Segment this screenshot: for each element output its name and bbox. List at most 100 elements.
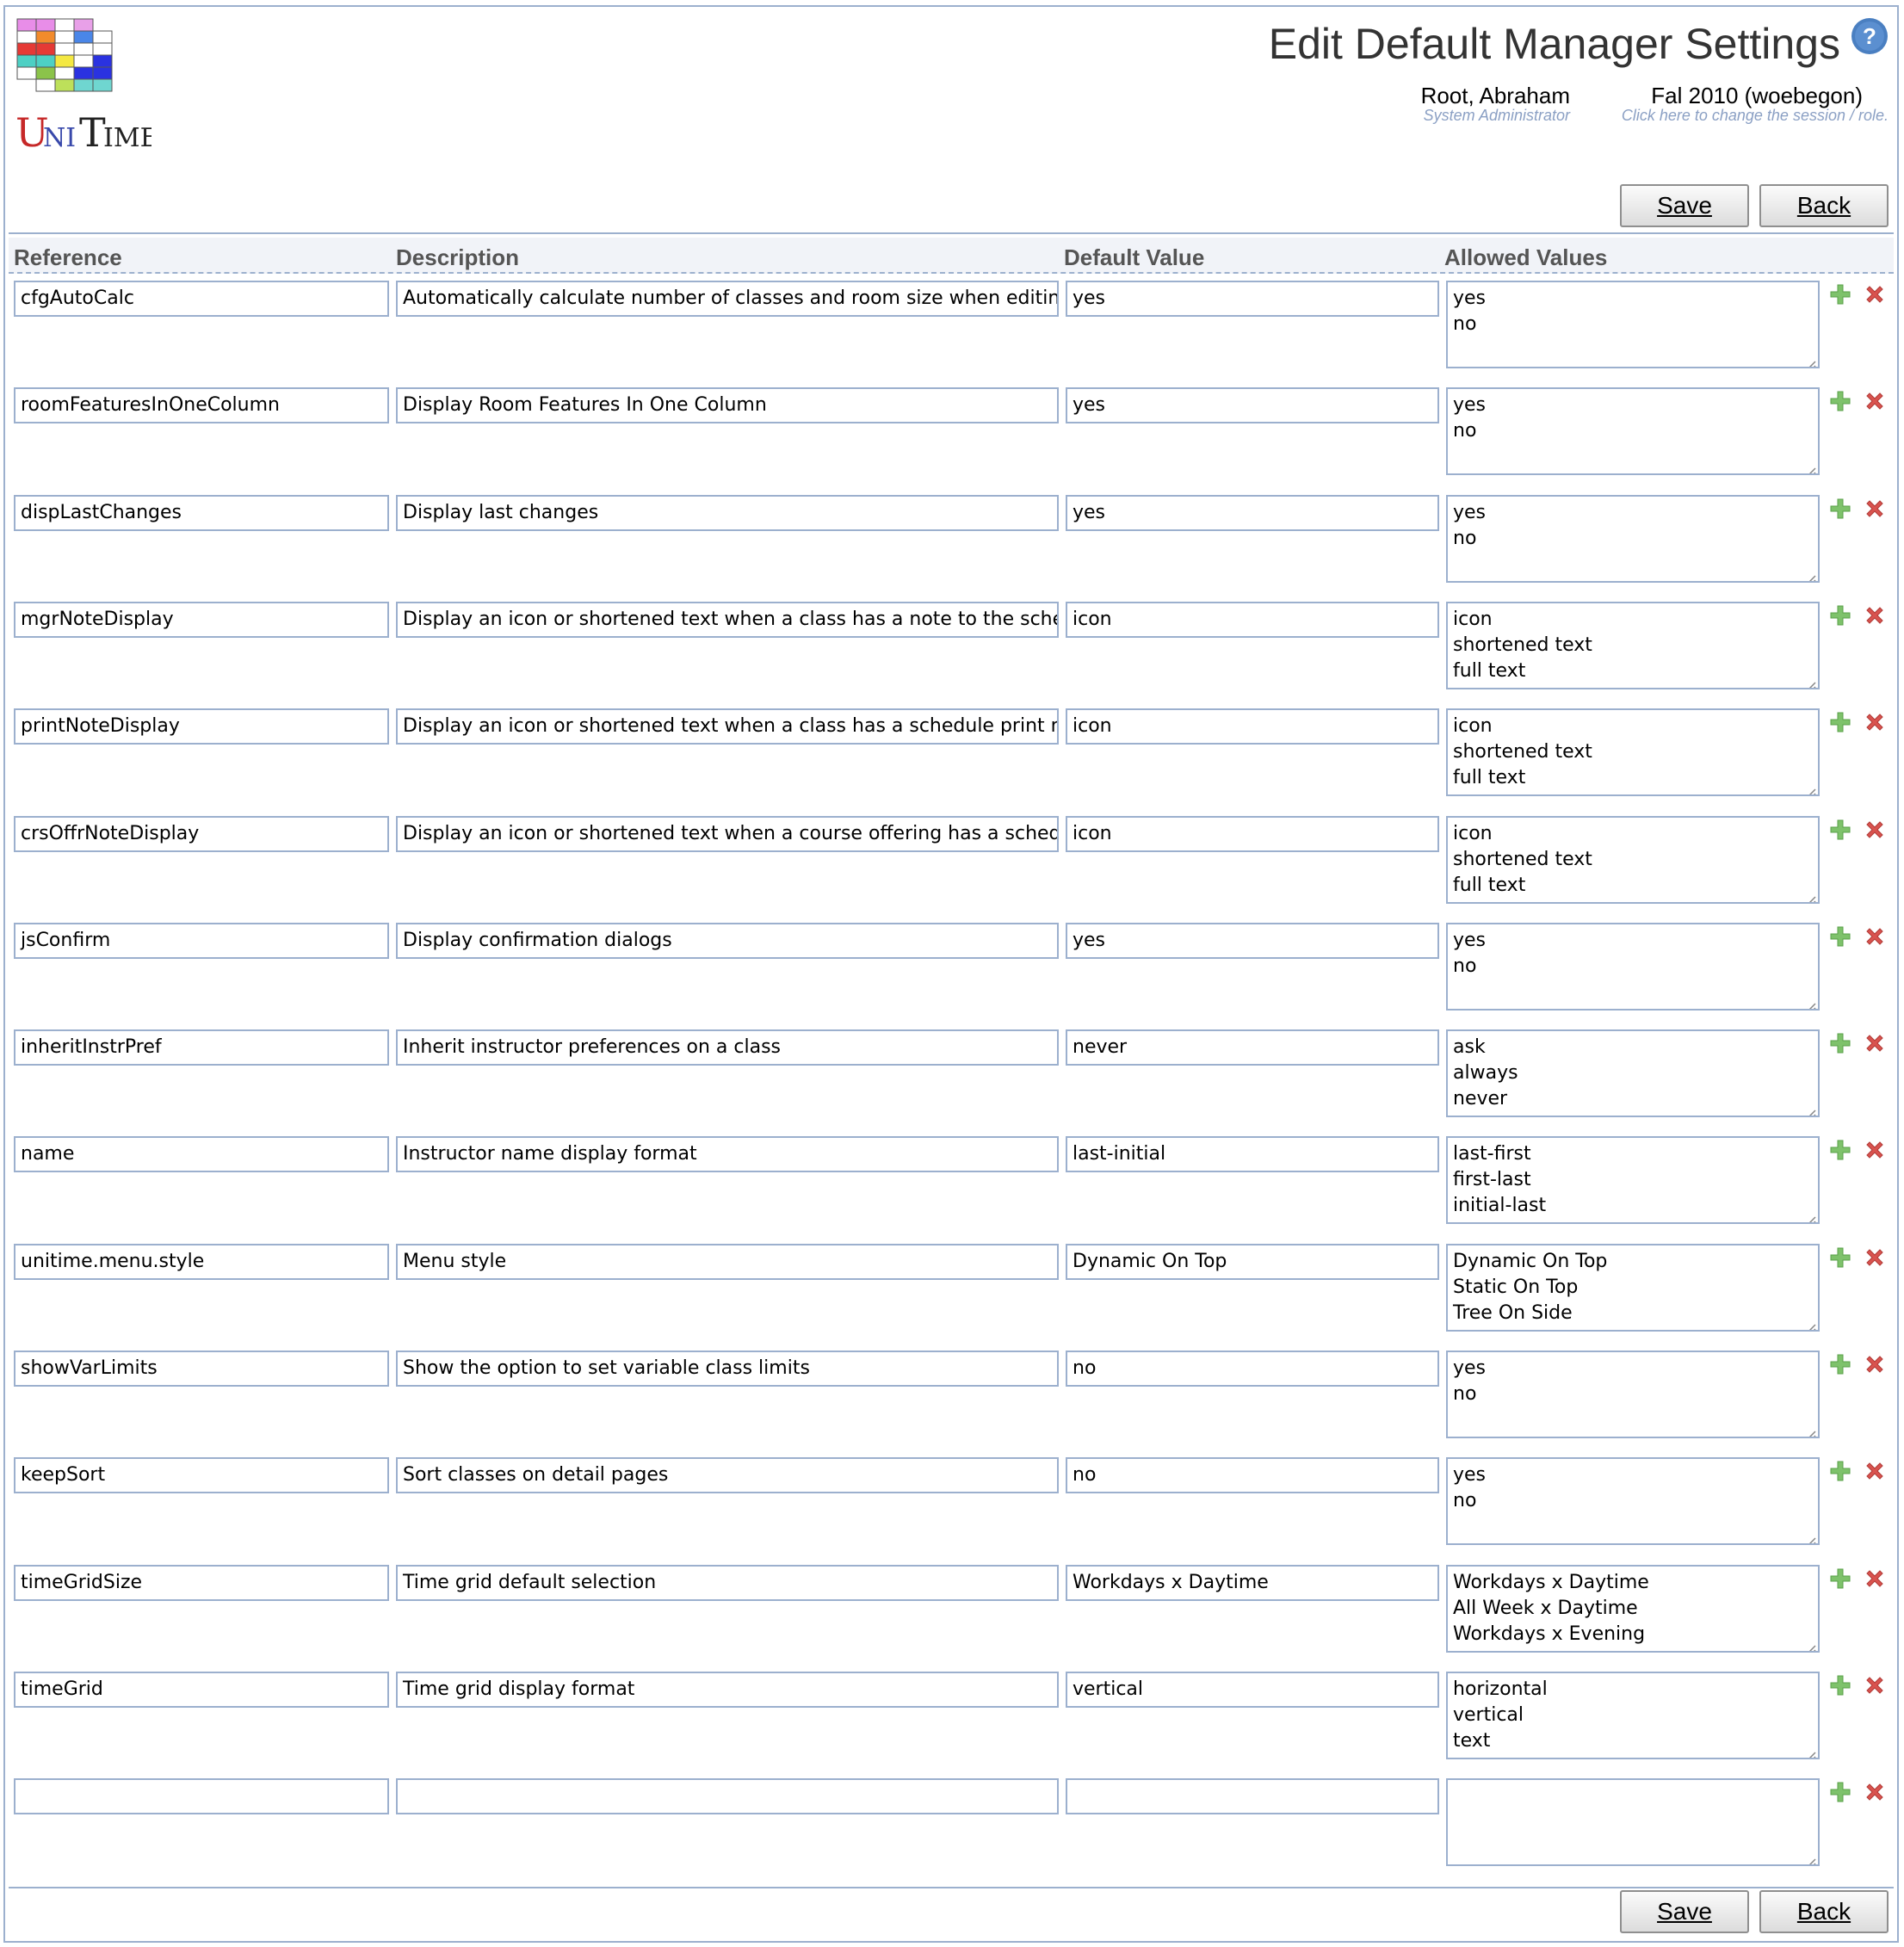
delete-icon[interactable]	[1863, 1245, 1887, 1270]
description-input[interactable]: Show the option to set variable class li…	[396, 1351, 1059, 1387]
default-value-input[interactable]: icon	[1066, 602, 1439, 638]
allowed-values-textarea[interactable]: yes no	[1446, 1457, 1820, 1545]
allowed-values-textarea[interactable]: yes no	[1446, 281, 1820, 368]
back-button-top[interactable]: Back	[1759, 184, 1889, 227]
default-value-input[interactable]	[1066, 1778, 1439, 1814]
resize-grip-icon[interactable]	[1804, 1851, 1816, 1864]
default-value-input[interactable]: vertical	[1066, 1672, 1439, 1708]
default-value-input[interactable]: no	[1066, 1351, 1439, 1387]
unitime-logo[interactable]: U NI T IME	[14, 15, 158, 156]
help-icon[interactable]: ?	[1851, 17, 1889, 55]
default-value-input[interactable]: yes	[1066, 387, 1439, 423]
resize-grip-icon[interactable]	[1804, 1744, 1816, 1758]
description-input[interactable]	[396, 1778, 1059, 1814]
session-hint[interactable]: Click here to change the session / role.	[1541, 107, 1889, 125]
description-input[interactable]: Time grid default selection	[396, 1565, 1059, 1601]
reference-input[interactable]: dispLastChanges	[14, 495, 389, 531]
resize-grip-icon[interactable]	[1804, 781, 1816, 794]
default-value-input[interactable]: Dynamic On Top	[1066, 1244, 1439, 1280]
reference-input[interactable]: jsConfirm	[14, 923, 389, 959]
allowed-values-textarea[interactable]: icon shortened text full text	[1446, 816, 1820, 904]
default-value-input[interactable]: yes	[1066, 923, 1439, 959]
add-icon[interactable]	[1828, 603, 1852, 627]
resize-grip-icon[interactable]	[1804, 1208, 1816, 1222]
user-name[interactable]: Root, Abraham	[1394, 83, 1570, 109]
resize-grip-icon[interactable]	[1804, 1423, 1816, 1437]
resize-grip-icon[interactable]	[1804, 1316, 1816, 1330]
reference-input[interactable]: name	[14, 1136, 389, 1172]
description-input[interactable]: Display Room Features In One Column	[396, 387, 1059, 423]
resize-grip-icon[interactable]	[1804, 567, 1816, 581]
add-icon[interactable]	[1828, 1352, 1852, 1376]
resize-grip-icon[interactable]	[1804, 888, 1816, 902]
reference-input[interactable]: inheritInstrPref	[14, 1029, 389, 1066]
reference-input[interactable]: roomFeaturesInOneColumn	[14, 387, 389, 423]
add-icon[interactable]	[1828, 1673, 1852, 1697]
description-input[interactable]: Sort classes on detail pages	[396, 1457, 1059, 1493]
allowed-values-textarea[interactable]: horizontal vertical text	[1446, 1672, 1820, 1759]
reference-input[interactable]: timeGridSize	[14, 1565, 389, 1601]
delete-icon[interactable]	[1863, 389, 1887, 413]
default-value-input[interactable]: icon	[1066, 816, 1439, 852]
reference-input[interactable]: printNoteDisplay	[14, 708, 389, 745]
delete-icon[interactable]	[1863, 1031, 1887, 1055]
delete-icon[interactable]	[1863, 710, 1887, 734]
delete-icon[interactable]	[1863, 1459, 1887, 1483]
description-input[interactable]: Display an icon or shortened text when a…	[396, 816, 1059, 852]
add-icon[interactable]	[1828, 1245, 1852, 1270]
back-button-bottom[interactable]: Back	[1759, 1890, 1889, 1933]
description-input[interactable]: Time grid display format	[396, 1672, 1059, 1708]
reference-input[interactable]: cfgAutoCalc	[14, 281, 389, 317]
allowed-values-textarea[interactable]: ask always never	[1446, 1029, 1820, 1117]
allowed-values-textarea[interactable]: Dynamic On Top Static On Top Tree On Sid…	[1446, 1244, 1820, 1332]
save-button-top[interactable]: Save	[1620, 184, 1749, 227]
resize-grip-icon[interactable]	[1804, 1102, 1816, 1116]
reference-input[interactable]	[14, 1778, 389, 1814]
reference-input[interactable]: crsOffrNoteDisplay	[14, 816, 389, 852]
delete-icon[interactable]	[1863, 1780, 1887, 1804]
delete-icon[interactable]	[1863, 924, 1887, 949]
default-value-input[interactable]: Workdays x Daytime	[1066, 1565, 1439, 1601]
description-input[interactable]: Automatically calculate number of classe…	[396, 281, 1059, 317]
delete-icon[interactable]	[1863, 1138, 1887, 1162]
allowed-values-textarea[interactable]	[1446, 1778, 1820, 1866]
reference-input[interactable]: mgrNoteDisplay	[14, 602, 389, 638]
description-input[interactable]: Instructor name display format	[396, 1136, 1059, 1172]
add-icon[interactable]	[1828, 818, 1852, 842]
reference-input[interactable]: unitime.menu.style	[14, 1244, 389, 1280]
add-icon[interactable]	[1828, 389, 1852, 413]
allowed-values-textarea[interactable]: yes no	[1446, 387, 1820, 475]
delete-icon[interactable]	[1863, 603, 1887, 627]
resize-grip-icon[interactable]	[1804, 1530, 1816, 1543]
delete-icon[interactable]	[1863, 818, 1887, 842]
add-icon[interactable]	[1828, 1459, 1852, 1483]
delete-icon[interactable]	[1863, 282, 1887, 306]
add-icon[interactable]	[1828, 1031, 1852, 1055]
resize-grip-icon[interactable]	[1804, 674, 1816, 688]
allowed-values-textarea[interactable]: Workdays x Daytime All Week x Daytime Wo…	[1446, 1565, 1820, 1653]
allowed-values-textarea[interactable]: yes no	[1446, 923, 1820, 1011]
add-icon[interactable]	[1828, 1567, 1852, 1591]
delete-icon[interactable]	[1863, 497, 1887, 521]
reference-input[interactable]: keepSort	[14, 1457, 389, 1493]
reference-input[interactable]: showVarLimits	[14, 1351, 389, 1387]
add-icon[interactable]	[1828, 1780, 1852, 1804]
add-icon[interactable]	[1828, 282, 1852, 306]
resize-grip-icon[interactable]	[1804, 995, 1816, 1009]
allowed-values-textarea[interactable]: last-first first-last initial-last	[1446, 1136, 1820, 1224]
description-input[interactable]: Display an icon or shortened text when a…	[396, 708, 1059, 745]
default-value-input[interactable]: last-initial	[1066, 1136, 1439, 1172]
default-value-input[interactable]: yes	[1066, 281, 1439, 317]
reference-input[interactable]: timeGrid	[14, 1672, 389, 1708]
delete-icon[interactable]	[1863, 1673, 1887, 1697]
description-input[interactable]: Display confirmation dialogs	[396, 923, 1059, 959]
resize-grip-icon[interactable]	[1804, 353, 1816, 367]
add-icon[interactable]	[1828, 497, 1852, 521]
session-name[interactable]: Fal 2010 (woebegon)	[1618, 83, 1863, 109]
default-value-input[interactable]: no	[1066, 1457, 1439, 1493]
description-input[interactable]: Display an icon or shortened text when a…	[396, 602, 1059, 638]
delete-icon[interactable]	[1863, 1567, 1887, 1591]
default-value-input[interactable]: yes	[1066, 495, 1439, 531]
default-value-input[interactable]: never	[1066, 1029, 1439, 1066]
allowed-values-textarea[interactable]: icon shortened text full text	[1446, 708, 1820, 796]
